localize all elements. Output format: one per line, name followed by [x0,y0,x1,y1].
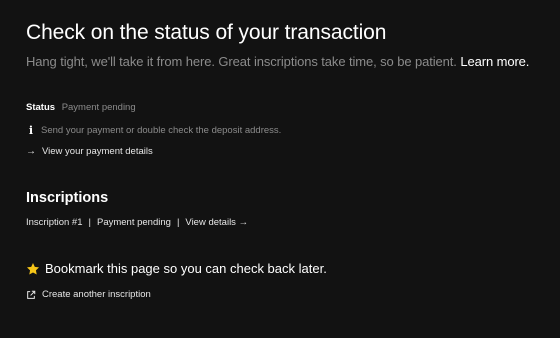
inscription-status: Payment pending [96,217,171,228]
page-subtitle: Hang tight, we'll take it from here. Gre… [26,54,529,69]
view-payment-details-label: View your payment details [42,146,153,157]
external-link-icon [27,290,36,299]
page-title: Check on the status of your transaction [26,21,387,44]
create-another-inscription-link[interactable]: Create another inscription [26,289,151,300]
status-row: Status Payment pending [26,102,136,113]
view-payment-details-link[interactable]: → View your payment details [26,146,153,157]
star-icon [26,262,40,274]
bookmark-notice: Bookmark this page so you can check back… [26,261,327,276]
status-label: Status [26,102,56,113]
info-icon: i [28,124,34,137]
arrow-right-icon: → [26,146,36,157]
separator: | [176,217,180,228]
transaction-status-page: Check on the status of your transaction … [0,0,560,338]
view-details-link[interactable]: View details → [185,217,248,228]
inscription-row: Inscription #1 | Payment pending | View … [26,217,248,228]
inscriptions-heading: Inscriptions [26,190,109,206]
status-value: Payment pending [61,102,136,113]
subtitle-text: Hang tight, we'll take it from here. Gre… [26,54,457,69]
separator: | [88,217,91,228]
create-another-inscription-label: Create another inscription [42,289,151,300]
bookmark-text: Bookmark this page so you can check back… [45,261,327,276]
learn-more-link[interactable]: Learn more. [460,54,529,69]
status-info-text: Send your payment or double check the de… [41,125,282,136]
status-info-row: i Send your payment or double check the … [26,124,281,137]
inscription-name: Inscription #1 [26,217,83,228]
